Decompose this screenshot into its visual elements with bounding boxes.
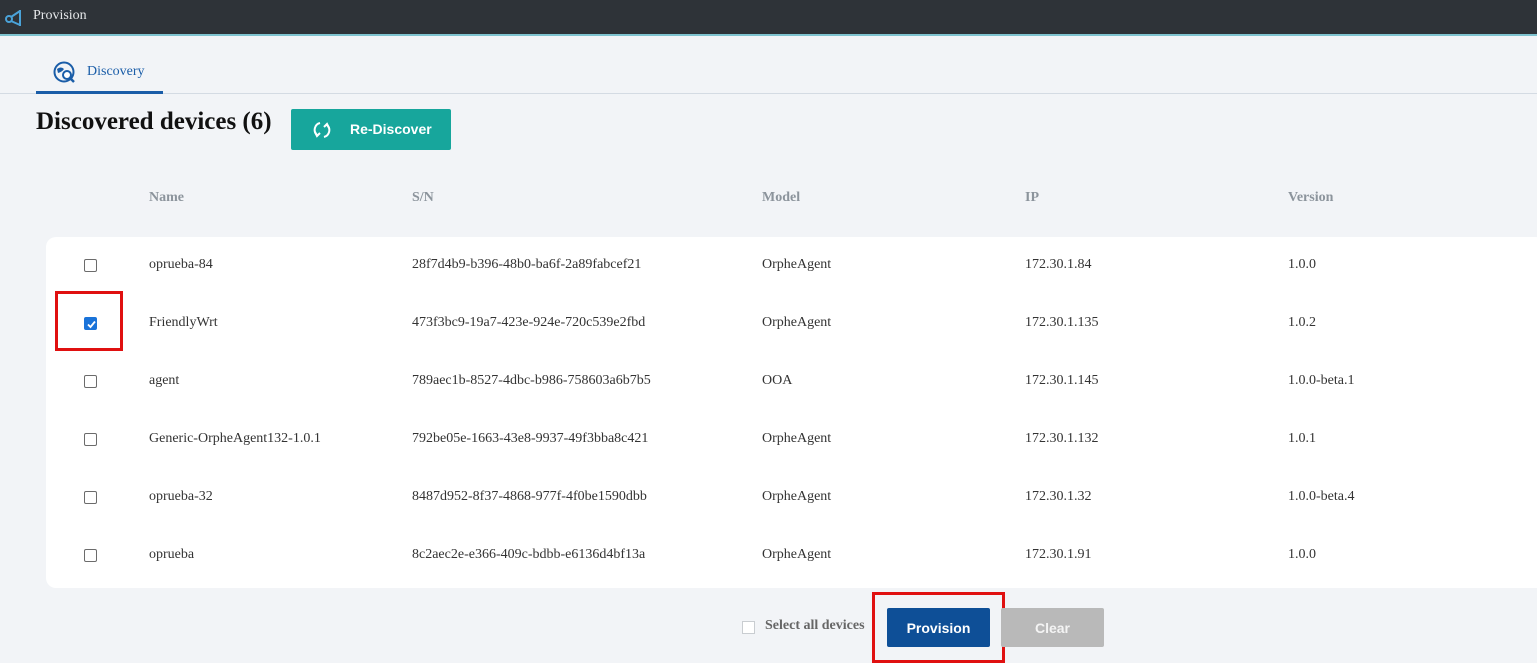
row-checkbox[interactable] (84, 375, 97, 388)
row-checkbox[interactable] (84, 317, 97, 330)
row-checkbox[interactable] (84, 433, 97, 446)
table-row[interactable]: agent 789aec1b-8527-4dbc-b986-758603a6b7… (46, 353, 1537, 411)
device-model: OrpheAgent (762, 315, 832, 330)
device-ip: 172.30.1.32 (1025, 489, 1092, 504)
column-header-version: Version (1288, 190, 1334, 205)
device-model: OrpheAgent (762, 547, 832, 562)
device-model: OrpheAgent (762, 431, 832, 446)
device-sn: 8c2aec2e-e366-409c-bdbb-e6136d4bf13a (412, 547, 646, 562)
table-row[interactable]: oprueba-84 28f7d4b9-b396-48b0-ba6f-2a89f… (46, 237, 1537, 295)
title-bar: Provision (0, 0, 1537, 36)
select-all-label[interactable]: Select all devices (765, 618, 865, 634)
device-ip: 172.30.1.91 (1025, 547, 1092, 562)
share-nodes-icon (5, 10, 21, 26)
device-model: OrpheAgent (762, 257, 832, 272)
checkmark-icon (87, 320, 96, 329)
device-name: agent (149, 373, 180, 388)
column-header-ip: IP (1025, 190, 1039, 205)
app-title: Provision (33, 8, 87, 23)
device-sn: 8487d952-8f37-4868-977f-4f0be1590dbb (412, 489, 647, 504)
row-checkbox[interactable] (84, 259, 97, 272)
device-name: FriendlyWrt (149, 315, 218, 330)
device-name: oprueba-32 (149, 489, 213, 504)
table-header: Name S/N Model IP Version (0, 190, 1537, 210)
tab-bar: Discovery (0, 38, 1537, 94)
row-checkbox[interactable] (84, 491, 97, 504)
provision-button[interactable]: Provision (887, 608, 990, 647)
device-sn: 473f3bc9-19a7-423e-924e-720c539e2fbd (412, 315, 646, 330)
device-version: 1.0.0 (1288, 547, 1316, 562)
device-version: 1.0.0-beta.1 (1288, 373, 1355, 388)
rediscover-button[interactable]: Re-Discover (291, 109, 451, 150)
column-header-name: Name (149, 190, 184, 205)
device-ip: 172.30.1.145 (1025, 373, 1099, 388)
discovery-icon (53, 61, 75, 83)
device-sn: 28f7d4b9-b396-48b0-ba6f-2a89fabcef21 (412, 257, 642, 272)
page-title: Discovered devices (6) (36, 108, 272, 135)
rediscover-label: Re-Discover (350, 121, 432, 137)
column-header-sn: S/N (412, 190, 434, 205)
device-version: 1.0.0-beta.4 (1288, 489, 1355, 504)
clear-button[interactable]: Clear (1001, 608, 1104, 647)
device-table: oprueba-84 28f7d4b9-b396-48b0-ba6f-2a89f… (46, 237, 1537, 588)
table-row[interactable]: oprueba 8c2aec2e-e366-409c-bdbb-e6136d4b… (46, 527, 1537, 585)
table-row[interactable]: oprueba-32 8487d952-8f37-4868-977f-4f0be… (46, 469, 1537, 527)
device-model: OrpheAgent (762, 489, 832, 504)
refresh-icon (313, 122, 331, 138)
table-row[interactable]: FriendlyWrt 473f3bc9-19a7-423e-924e-720c… (46, 295, 1537, 353)
tab-discovery-label: Discovery (87, 64, 145, 79)
select-all-checkbox[interactable] (742, 621, 755, 634)
device-name: oprueba (149, 547, 195, 562)
device-model: OOA (762, 373, 793, 388)
column-header-model: Model (762, 190, 801, 205)
device-ip: 172.30.1.135 (1025, 315, 1099, 330)
row-checkbox[interactable] (84, 549, 97, 562)
device-ip: 172.30.1.84 (1025, 257, 1092, 272)
device-version: 1.0.0 (1288, 257, 1316, 272)
device-name: Generic-OrpheAgent132-1.0.1 (149, 431, 321, 446)
device-sn: 792be05e-1663-43e8-9937-49f3bba8c421 (412, 431, 649, 446)
device-version: 1.0.2 (1288, 315, 1316, 330)
device-name: oprueba-84 (149, 257, 213, 272)
device-ip: 172.30.1.132 (1025, 431, 1099, 446)
tab-discovery[interactable]: Discovery (36, 58, 163, 94)
device-version: 1.0.1 (1288, 431, 1316, 446)
device-sn: 789aec1b-8527-4dbc-b986-758603a6b7b5 (412, 373, 651, 388)
table-row[interactable]: Generic-OrpheAgent132-1.0.1 792be05e-166… (46, 411, 1537, 469)
